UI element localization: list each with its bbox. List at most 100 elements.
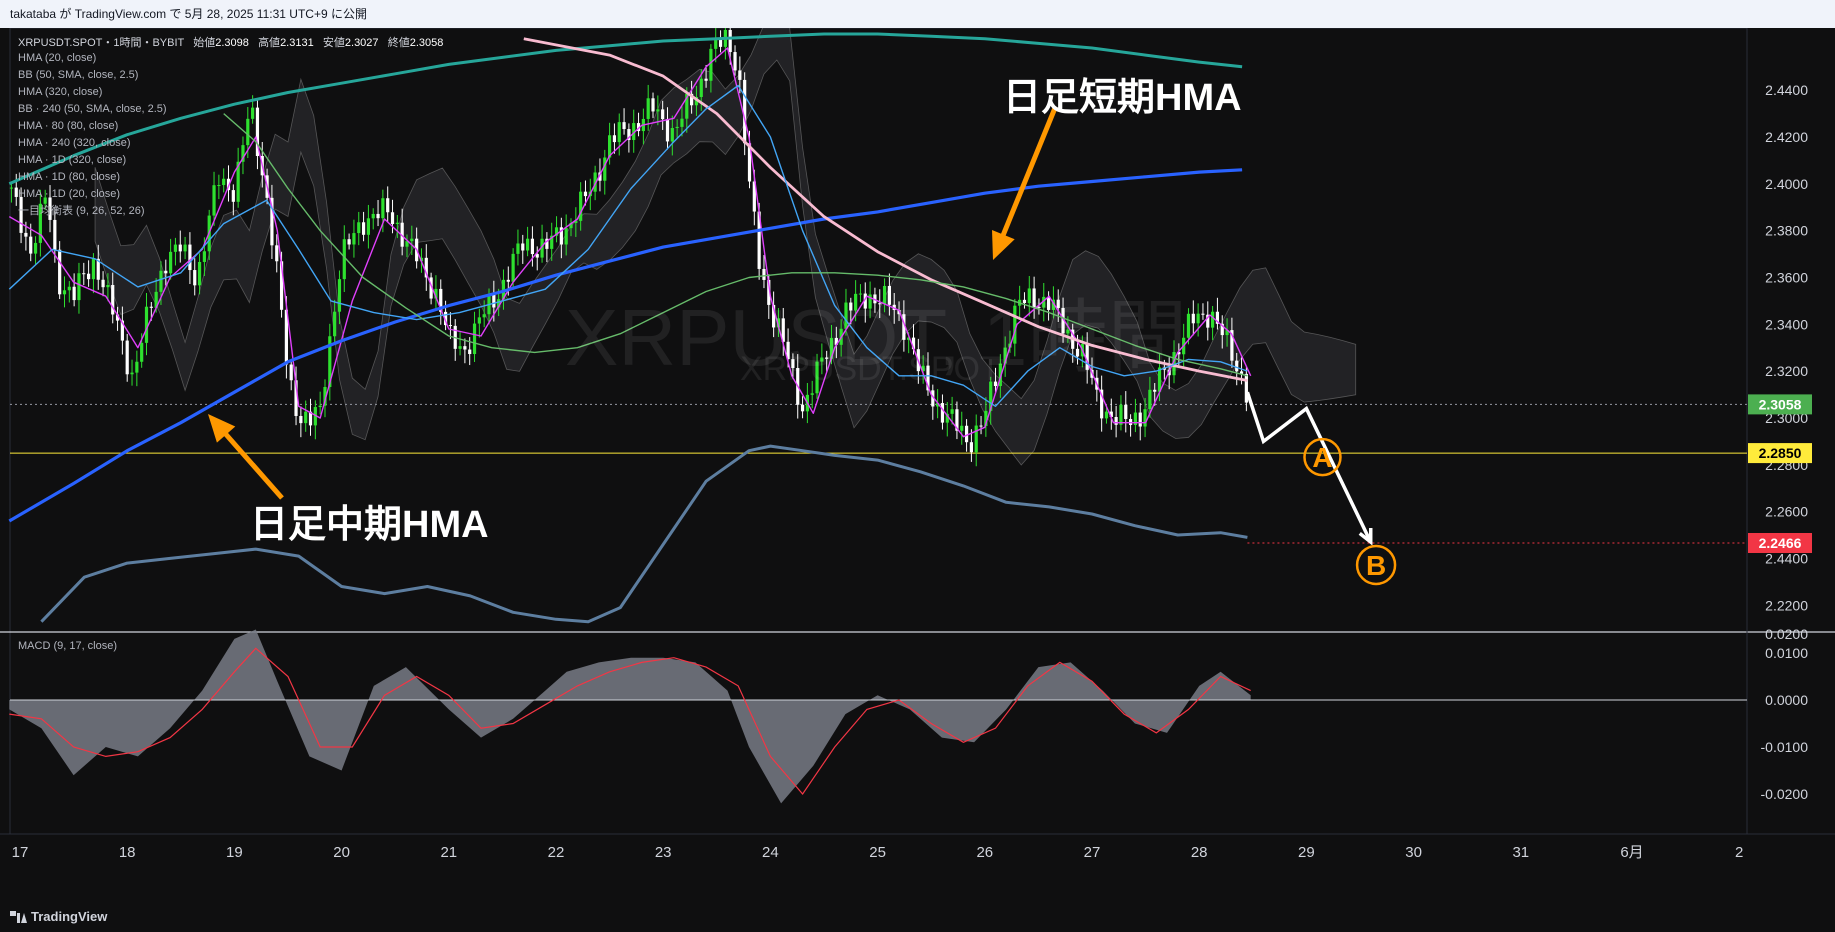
candle-body: [733, 52, 737, 71]
price-tick-label: 2.4400: [1765, 82, 1808, 98]
candle-body: [1114, 417, 1118, 425]
low-label: 安値: [322, 37, 345, 49]
candle-body: [9, 187, 14, 189]
time-tick-label: 18: [119, 844, 136, 861]
close-label: 終値: [387, 37, 410, 49]
indicator-item[interactable]: BB · 240 (50, SMA, close, 2.5): [18, 101, 167, 118]
candle-body: [579, 191, 583, 221]
candle-body: [525, 238, 530, 251]
price-tick-label: 2.2200: [1765, 597, 1808, 613]
candle-body: [376, 213, 380, 219]
candle-body: [728, 29, 732, 53]
candle-body: [410, 238, 414, 242]
macd-tick-label: 0.0100: [1765, 645, 1808, 661]
indicator-item[interactable]: HMA (320, close): [18, 84, 167, 101]
candle-body: [738, 70, 742, 80]
candle-body: [1138, 412, 1142, 427]
time-tick-label: 29: [1298, 844, 1315, 861]
candle-body: [1104, 411, 1109, 419]
mid-hma-arrow-shaft: [221, 430, 284, 500]
indicator-item[interactable]: HMA · 1D (80, close): [18, 169, 167, 186]
chart-canvas[interactable]: A B 2.4400 2.4200 2.4000 2.3800 2.3600 2.3400 2…: [0, 12, 1835, 902]
brand-name: TradingView: [31, 909, 108, 924]
price-tick-label: 2.2600: [1765, 504, 1808, 520]
candle-body: [612, 135, 617, 143]
high-label: 高値: [258, 37, 281, 49]
candle-body: [352, 233, 356, 245]
chart-area[interactable]: A B 2.4400 2.4200 2.4000 2.3800 2.3600 2.3400 2…: [0, 12, 1835, 902]
price-tag-label: 2.2466: [1759, 535, 1802, 551]
mid-hma-annotation: 日足中期HMA: [250, 504, 489, 546]
indicator-item[interactable]: BB (50, SMA, close, 2.5): [18, 67, 167, 84]
indicator-item[interactable]: HMA · 80 (80, close): [18, 118, 167, 135]
time-tick-label: 22: [548, 844, 565, 861]
candle-body: [622, 122, 626, 130]
indicator-item[interactable]: HMA · 1D (20, close): [18, 186, 167, 203]
tradingview-brand[interactable]: TradingView: [0, 902, 1835, 932]
candle-body: [130, 372, 134, 375]
indicator-item[interactable]: 一目均衡表 (9, 26, 52, 26): [18, 203, 167, 220]
candle-body: [448, 325, 453, 327]
candle-body: [472, 323, 477, 355]
candle-body: [231, 190, 235, 202]
time-tick-label: 31: [1512, 844, 1529, 861]
candle-body: [29, 236, 33, 254]
candle-body: [125, 340, 129, 375]
candle-body: [1148, 389, 1152, 410]
candle-body: [530, 238, 535, 255]
indicator-item[interactable]: HMA (20, close): [18, 50, 167, 67]
candle-body: [371, 213, 375, 219]
indicator-line: [40, 444, 1248, 624]
candle-body: [1211, 311, 1215, 328]
price-tick-label: 2.3800: [1765, 223, 1808, 239]
candle-body: [468, 349, 472, 355]
candle-body: [974, 425, 978, 453]
short-hma-arrow-shaft: [999, 107, 1058, 239]
indicator-item[interactable]: HMA · 240 (320, close): [18, 135, 167, 152]
candle-body: [337, 279, 342, 312]
candle-body: [188, 244, 192, 271]
candle-body: [1244, 373, 1248, 403]
candle-body: [164, 270, 168, 274]
indicator-list: HMA (20, close) BB (50, SMA, close, 2.5)…: [18, 50, 167, 220]
candle-body: [1201, 313, 1205, 315]
candle-body: [675, 126, 679, 129]
candle-body: [969, 442, 973, 453]
indicator-item[interactable]: HMA · 1D (320, close): [18, 152, 167, 169]
candle-body: [1191, 313, 1195, 324]
price-tag-label: 2.3058: [1759, 396, 1802, 412]
candle-body: [77, 273, 81, 301]
candle-body: [950, 409, 954, 414]
time-tick-label: 27: [1084, 844, 1101, 861]
candle-body: [680, 118, 684, 127]
candle-body: [135, 361, 139, 373]
candle-body: [1153, 389, 1157, 392]
candle-body: [33, 242, 38, 254]
candle-body: [583, 191, 588, 197]
candle-body: [159, 270, 163, 292]
candle-body: [1186, 313, 1191, 338]
candle-body: [390, 212, 395, 225]
macd-label[interactable]: MACD (9, 17, close): [18, 640, 117, 652]
short-hma-annotation: 日足短期HMA: [1003, 77, 1242, 119]
candle-body: [178, 244, 182, 252]
watermark-sub: XRPUSDT.SPOT: [740, 350, 1001, 388]
price-tick-label: 2.3200: [1765, 363, 1808, 379]
candle-body: [960, 425, 964, 431]
candle-body: [222, 178, 226, 186]
time-tick-label: 30: [1405, 844, 1422, 861]
candle-body: [357, 222, 361, 234]
candle-body: [304, 411, 308, 424]
candle-body: [183, 244, 187, 252]
candle-body: [62, 290, 67, 295]
open-label: 始値: [193, 37, 216, 49]
candle-body: [940, 403, 945, 423]
candle-body: [477, 317, 481, 324]
candle-body: [333, 311, 337, 337]
candle-body: [275, 245, 279, 262]
time-tick-label: 25: [869, 844, 886, 861]
candle-body: [318, 405, 322, 408]
candle-body: [1119, 404, 1123, 425]
candle-body: [670, 128, 674, 142]
candle-body: [169, 251, 173, 274]
